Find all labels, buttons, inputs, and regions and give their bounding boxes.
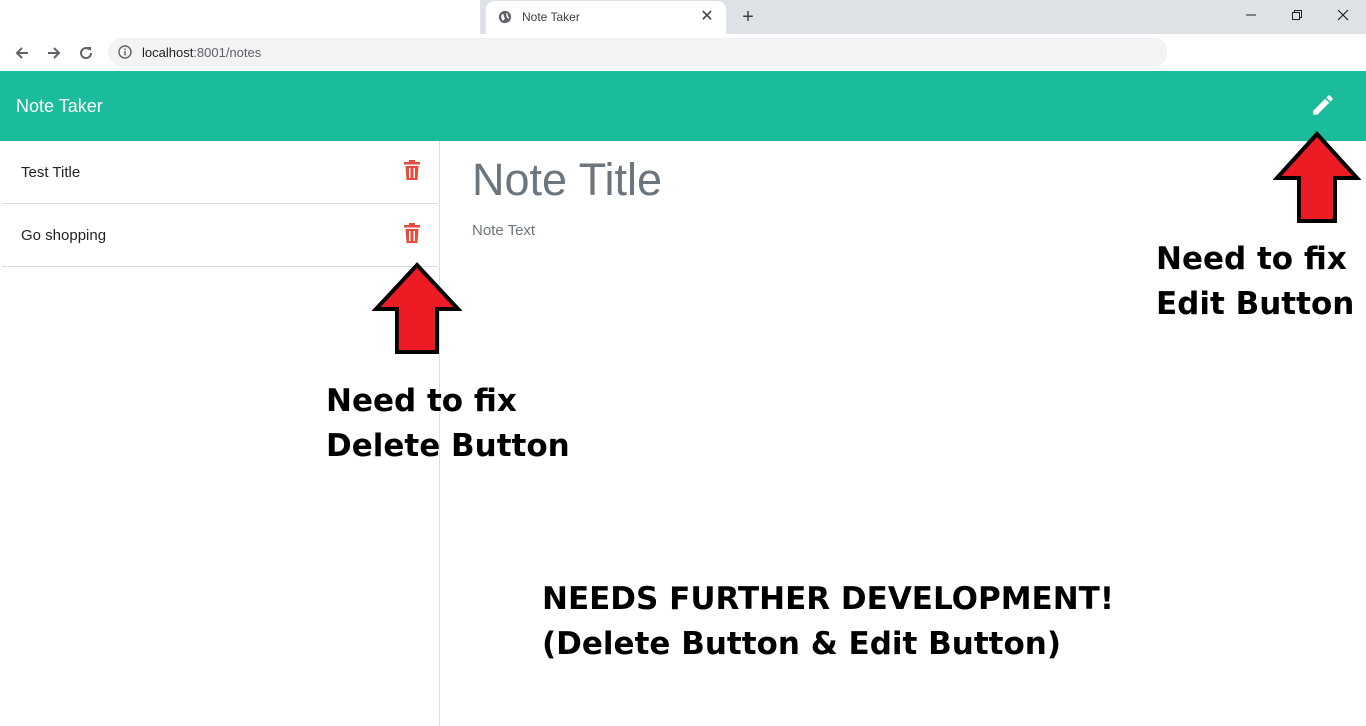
trash-icon[interactable] xyxy=(402,222,422,244)
globe-icon xyxy=(498,10,512,24)
edit-annotation-line: Edit Button xyxy=(1156,286,1355,322)
info-icon[interactable] xyxy=(118,45,132,59)
edit-annotation: Need to fix Edit Button xyxy=(1156,237,1354,327)
url-host: localhost xyxy=(142,45,194,60)
new-tab-icon[interactable]: + xyxy=(737,6,759,28)
development-annotation: NEEDS FURTHER DEVELOPMENT! (Delete Butto… xyxy=(542,577,1114,667)
delete-annotation-line: Delete Button xyxy=(326,428,570,464)
url-text: localhost:8001/notes xyxy=(142,45,261,60)
development-annotation-line: NEEDS FURTHER DEVELOPMENT! xyxy=(542,581,1114,617)
url-path: :8001/notes xyxy=(193,45,262,60)
development-annotation-line: (Delete Button & Edit Button) xyxy=(542,626,1062,662)
browser-toolbar: localhost:8001/notes xyxy=(0,34,1366,71)
app-brand[interactable]: Note Taker xyxy=(16,96,103,117)
browser-titlebar: Note Taker ✕ + xyxy=(0,0,1366,34)
list-item[interactable]: Test Title xyxy=(2,141,438,204)
forward-arrow-icon[interactable] xyxy=(43,42,65,64)
titlebar-blank-area xyxy=(0,0,480,34)
arrow-up-icon xyxy=(372,262,462,354)
arrow-up-icon xyxy=(1273,131,1361,223)
minimize-icon[interactable] xyxy=(1228,0,1274,30)
list-item[interactable]: Go shopping xyxy=(2,204,438,267)
note-text-input[interactable]: Note Text xyxy=(472,222,535,239)
browser-tab[interactable]: Note Taker ✕ xyxy=(486,1,726,34)
delete-annotation: Need to fix Delete Button xyxy=(326,379,570,469)
reload-icon[interactable] xyxy=(75,42,97,64)
toolbar-blank-area xyxy=(1167,39,1366,71)
address-bar[interactable]: localhost:8001/notes xyxy=(108,38,1168,66)
delete-annotation-line: Need to fix xyxy=(326,383,517,419)
edit-annotation-line: Need to fix xyxy=(1156,241,1347,277)
back-arrow-icon[interactable] xyxy=(11,42,33,64)
tab-close-icon[interactable]: ✕ xyxy=(698,8,716,26)
note-list-title[interactable]: Test Title xyxy=(21,164,80,181)
app-navbar: Note Taker xyxy=(0,71,1366,141)
tab-title: Note Taker xyxy=(522,10,580,24)
close-window-icon[interactable] xyxy=(1320,0,1366,30)
pencil-icon[interactable] xyxy=(1308,90,1338,120)
trash-icon[interactable] xyxy=(402,159,422,181)
restore-icon[interactable] xyxy=(1274,0,1320,30)
note-list-title[interactable]: Go shopping xyxy=(21,227,106,244)
note-title-input[interactable]: Note Title xyxy=(472,154,662,206)
